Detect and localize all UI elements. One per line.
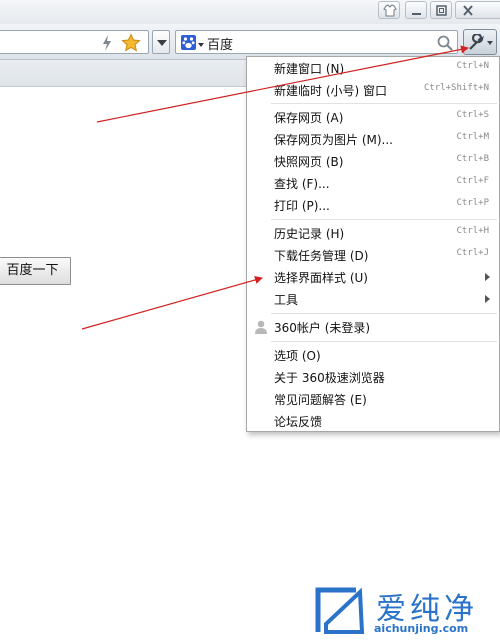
user-icon bbox=[255, 320, 267, 334]
menu-item-save-page[interactable]: 保存网页 (A) Ctrl+S bbox=[247, 106, 499, 128]
aichunjing-logo-icon bbox=[315, 587, 365, 634]
close-icon bbox=[463, 5, 473, 16]
tools-dropdown-menu: 新建窗口 (N) Ctrl+N 新建临时 (小号) 窗口 Ctrl+Shift+… bbox=[246, 56, 500, 432]
menu-item-print[interactable]: 打印 (P)... Ctrl+P bbox=[247, 194, 499, 216]
menu-item-label: 保存网页为图片 (M)... bbox=[274, 133, 393, 147]
minimize-button[interactable] bbox=[405, 1, 427, 19]
browser-window: 百度 百度一下 新建窗口 (N) Ctrl+N 新建临时 (小号) 窗口 Ctr… bbox=[0, 0, 500, 640]
title-bar bbox=[0, 0, 500, 24]
chevron-right-icon bbox=[485, 295, 490, 303]
menu-item-label: 论坛反馈 bbox=[274, 415, 323, 429]
menu-item-shortcut: Ctrl+H bbox=[456, 226, 489, 236]
menu-item-shortcut: Ctrl+Shift+N bbox=[423, 83, 489, 93]
lightning-icon[interactable] bbox=[100, 34, 114, 52]
engine-chevron-down-icon[interactable] bbox=[198, 43, 204, 48]
menu-item-about[interactable]: 关于 360极速浏览器 bbox=[247, 366, 499, 388]
menu-item-downloads[interactable]: 下载任务管理 (D) Ctrl+J bbox=[247, 244, 499, 266]
menu-separator bbox=[271, 313, 497, 314]
wrench-icon bbox=[469, 34, 493, 50]
menu-item-new-window[interactable]: 新建窗口 (N) Ctrl+N bbox=[247, 57, 499, 79]
menu-separator bbox=[271, 341, 497, 342]
menu-item-save-as-image[interactable]: 保存网页为图片 (M)... Ctrl+M bbox=[247, 128, 499, 150]
menu-item-label: 打印 (P)... bbox=[274, 199, 330, 213]
menu-separator bbox=[271, 219, 497, 220]
address-bar[interactable] bbox=[0, 30, 149, 54]
menu-separator bbox=[271, 103, 497, 104]
menu-item-shortcut: Ctrl+F bbox=[456, 176, 489, 186]
menu-item-label: 选项 (O) bbox=[274, 349, 321, 363]
menu-item-label: 选择界面样式 (U) bbox=[274, 271, 368, 285]
watermark: 爱纯净 aichunjing.com bbox=[312, 584, 500, 640]
minimize-icon bbox=[412, 13, 421, 15]
maximize-icon bbox=[436, 5, 447, 16]
menu-item-forum-feedback[interactable]: 论坛反馈 bbox=[247, 410, 499, 432]
search-engine-name: 百度 bbox=[207, 38, 234, 53]
menu-item-shortcut: Ctrl+P bbox=[456, 198, 489, 208]
close-button[interactable] bbox=[455, 1, 500, 19]
menu-item-tools[interactable]: 工具 bbox=[247, 288, 499, 310]
menu-item-label: 新建临时 (小号) 窗口 bbox=[274, 84, 387, 98]
search-box[interactable]: 百度 bbox=[175, 30, 458, 54]
menu-item-snapshot[interactable]: 快照网页 (B) Ctrl+B bbox=[247, 150, 499, 172]
star-icon[interactable] bbox=[121, 33, 141, 53]
skin-button[interactable] bbox=[378, 1, 400, 19]
menu-item-shortcut: Ctrl+M bbox=[456, 132, 489, 142]
menu-item-label: 常见问题解答 (E) bbox=[274, 393, 367, 407]
menu-item-label: 360帐户 (未登录) bbox=[274, 321, 371, 335]
baidu-search-button[interactable]: 百度一下 bbox=[0, 257, 71, 285]
chevron-right-icon bbox=[485, 273, 490, 281]
menu-item-label: 保存网页 (A) bbox=[274, 111, 344, 125]
menu-item-label: 快照网页 (B) bbox=[274, 155, 344, 169]
menu-item-shortcut: Ctrl+N bbox=[456, 61, 489, 71]
menu-item-360-account[interactable]: 360帐户 (未登录) bbox=[247, 316, 499, 338]
maximize-button[interactable] bbox=[430, 1, 452, 19]
shirt-icon bbox=[383, 4, 397, 17]
search-icon[interactable] bbox=[436, 34, 454, 52]
menu-item-label: 查找 (F)... bbox=[274, 177, 330, 191]
menu-item-label: 下载任务管理 (D) bbox=[274, 249, 369, 263]
chevron-down-icon bbox=[157, 40, 167, 46]
tools-menu-button[interactable] bbox=[463, 29, 497, 55]
toolbar: 百度 bbox=[0, 24, 500, 60]
menu-item-choose-skin[interactable]: 选择界面样式 (U) bbox=[247, 266, 499, 288]
address-dropdown-button[interactable] bbox=[152, 30, 170, 54]
menu-item-options[interactable]: 选项 (O) bbox=[247, 344, 499, 366]
menu-item-label: 历史记录 (H) bbox=[274, 227, 345, 241]
menu-item-find[interactable]: 查找 (F)... Ctrl+F bbox=[247, 172, 499, 194]
menu-item-label: 关于 360极速浏览器 bbox=[274, 371, 385, 385]
watermark-url: aichunjing.com bbox=[374, 622, 469, 635]
menu-item-new-temp-window[interactable]: 新建临时 (小号) 窗口 Ctrl+Shift+N bbox=[247, 79, 499, 101]
menu-item-label: 新建窗口 (N) bbox=[274, 62, 345, 76]
menu-item-label: 工具 bbox=[274, 293, 299, 307]
menu-item-faq[interactable]: 常见问题解答 (E) bbox=[247, 388, 499, 410]
menu-item-shortcut: Ctrl+S bbox=[456, 110, 489, 120]
baidu-paw-icon[interactable] bbox=[181, 35, 196, 50]
menu-item-history[interactable]: 历史记录 (H) Ctrl+H bbox=[247, 222, 499, 244]
menu-item-shortcut: Ctrl+J bbox=[456, 248, 489, 258]
menu-item-shortcut: Ctrl+B bbox=[456, 154, 489, 164]
